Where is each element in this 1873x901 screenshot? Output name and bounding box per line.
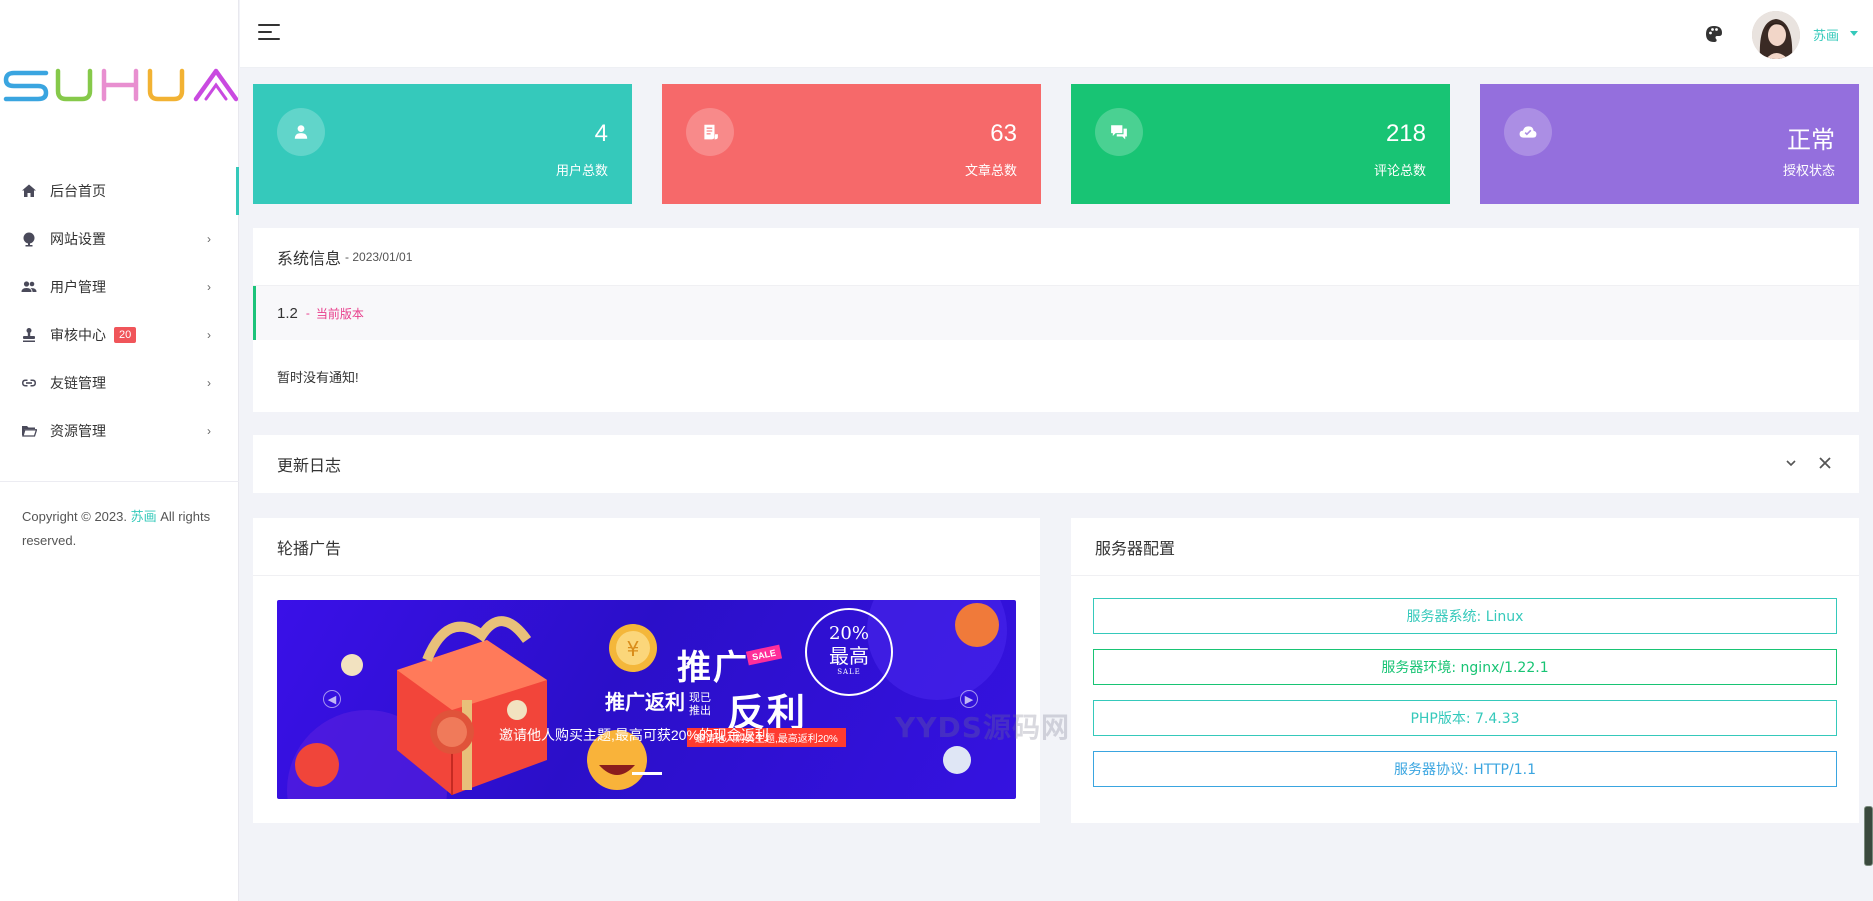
version-tag: 当前版本 bbox=[315, 306, 364, 321]
carousel-caption: 邀请他人购买主题,最高可获20%的现金返利 bbox=[499, 727, 769, 743]
php-version-button[interactable]: PHP版本: 7.4.33 bbox=[1093, 700, 1837, 736]
sidebar-item-site-settings[interactable]: 网站设置 › bbox=[0, 215, 239, 263]
system-info-title: 系统信息 bbox=[277, 250, 342, 268]
stat-value: 正常 bbox=[1787, 127, 1835, 154]
carousel-prev-icon[interactable]: ◀ bbox=[323, 690, 341, 708]
chevron-right-icon: › bbox=[207, 280, 211, 294]
sidebar-item-label: 用户管理 bbox=[50, 279, 106, 295]
link-icon bbox=[20, 374, 38, 392]
users-icon bbox=[20, 278, 38, 296]
scrollbar[interactable] bbox=[1864, 806, 1873, 866]
sidebar-item-resources[interactable]: 资源管理 › bbox=[0, 407, 239, 455]
copyright: Copyright © 2023. 苏画 All rights reserved… bbox=[22, 505, 212, 553]
stamp-percent: 20% bbox=[828, 623, 869, 644]
sidebar-item-review-center[interactable]: 审核中心 20 › bbox=[0, 311, 239, 359]
copyright-prefix: Copyright © 2023. bbox=[22, 509, 127, 524]
stat-label: 文章总数 bbox=[964, 163, 1017, 178]
stat-card-users: 4 用户总数 bbox=[253, 84, 632, 204]
stat-label: 用户总数 bbox=[555, 163, 608, 178]
stat-value: 63 bbox=[990, 120, 1017, 147]
article-icon bbox=[686, 108, 734, 156]
version-number: 1.2 bbox=[277, 304, 298, 322]
stamp-icon bbox=[20, 326, 38, 344]
palette-icon[interactable] bbox=[1704, 24, 1724, 44]
sidebar-item-user-management[interactable]: 用户管理 › bbox=[0, 263, 239, 311]
stat-card-articles: 63 文章总数 bbox=[662, 84, 1041, 204]
changelog-title: 更新日志 bbox=[277, 458, 342, 475]
sidebar-item-label: 网站设置 bbox=[50, 231, 106, 247]
top-header: 苏画 bbox=[240, 0, 1873, 68]
chevron-right-icon: › bbox=[207, 424, 211, 438]
folder-icon bbox=[20, 422, 38, 440]
stat-value: 4 bbox=[594, 120, 608, 147]
svg-text:¥: ¥ bbox=[627, 637, 640, 661]
discount-stamp: 20% 最高 SALE bbox=[805, 608, 893, 696]
watermark: YYDS源码网 bbox=[895, 711, 1070, 744]
carousel-indicator[interactable] bbox=[632, 772, 662, 775]
stat-card-comments: 218 评论总数 bbox=[1071, 84, 1450, 204]
banner-subtitle: 推广返利 bbox=[605, 692, 685, 714]
server-env-button[interactable]: 服务器环境: nginx/1.22.1 bbox=[1093, 649, 1837, 685]
sidebar-item-label: 友链管理 bbox=[50, 375, 106, 391]
chevron-right-icon: › bbox=[207, 376, 211, 390]
server-config-title: 服务器配置 bbox=[1095, 540, 1176, 558]
system-info-header: 系统信息 - 2023/01/01 bbox=[253, 228, 1859, 286]
menu-toggle-icon[interactable] bbox=[258, 24, 280, 44]
copyright-brand-link[interactable]: 苏画 bbox=[131, 509, 157, 524]
stat-label: 评论总数 bbox=[1373, 163, 1426, 178]
banner-subtitle-small: 现已 推出 bbox=[689, 692, 711, 718]
version-separator: - bbox=[305, 306, 310, 320]
user-icon bbox=[277, 108, 325, 156]
banner-subtitle-small-2: 推出 bbox=[689, 705, 711, 717]
avatar[interactable] bbox=[1752, 11, 1800, 59]
sidebar: 后台首页 网站设置 › 用户管理 › 审核中心 20 › 友链管理 › 资源管理… bbox=[0, 0, 239, 901]
sidebar-item-friend-links[interactable]: 友链管理 › bbox=[0, 359, 239, 407]
server-config-header: 服务器配置 bbox=[1071, 518, 1859, 576]
carousel-title: 轮播广告 bbox=[277, 540, 342, 558]
cloud-check-icon bbox=[1504, 108, 1552, 156]
chevron-right-icon: › bbox=[207, 232, 211, 246]
home-icon bbox=[20, 182, 38, 200]
logo[interactable] bbox=[0, 60, 239, 110]
suhua-logo bbox=[3, 68, 238, 102]
version-row: 1.2 - 当前版本 bbox=[253, 286, 1859, 340]
server-os-button[interactable]: 服务器系统: Linux bbox=[1093, 598, 1837, 634]
close-icon[interactable] bbox=[1817, 455, 1833, 471]
sidebar-menu: 后台首页 网站设置 › 用户管理 › 审核中心 20 › 友链管理 › 资源管理… bbox=[0, 167, 239, 455]
sidebar-divider bbox=[0, 481, 239, 482]
notice-text: 暂时没有通知! bbox=[277, 370, 359, 385]
chevron-down-icon[interactable] bbox=[1785, 457, 1797, 469]
stamp-main: 最高 bbox=[829, 644, 869, 668]
chevron-right-icon: › bbox=[207, 328, 211, 342]
stamp-sale: SALE bbox=[837, 668, 861, 676]
carousel-panel: 轮播广告 ¥ 20% 最高 SALE 推广 SALE 推广返利 现已 推出 反利… bbox=[253, 518, 1040, 823]
sidebar-item-label: 审核中心 bbox=[50, 327, 106, 343]
system-info-date: - 2023/01/01 bbox=[345, 249, 413, 264]
username-dropdown[interactable]: 苏画 bbox=[1813, 25, 1839, 44]
comment-icon bbox=[1095, 108, 1143, 156]
caret-down-icon[interactable] bbox=[1850, 31, 1858, 36]
sidebar-item-label: 资源管理 bbox=[50, 423, 106, 439]
changelog-header: 更新日志 bbox=[253, 435, 1859, 493]
stat-label: 授权状态 bbox=[1782, 163, 1835, 178]
carousel-banner[interactable]: ¥ 20% 最高 SALE 推广 SALE 推广返利 现已 推出 反利 邀请他人… bbox=[277, 600, 1016, 799]
changelog-panel: 更新日志 bbox=[253, 435, 1859, 493]
system-info-panel: 系统信息 - 2023/01/01 1.2 - 当前版本 暂时没有通知! bbox=[253, 228, 1859, 412]
server-protocol-button[interactable]: 服务器协议: HTTP/1.1 bbox=[1093, 751, 1837, 787]
stat-card-license: 正常 授权状态 bbox=[1480, 84, 1859, 204]
review-count-badge: 20 bbox=[114, 327, 137, 343]
server-config-panel: 服务器配置 服务器系统: Linux 服务器环境: nginx/1.22.1 P… bbox=[1071, 518, 1859, 823]
globe-icon bbox=[20, 230, 38, 248]
sidebar-item-label: 后台首页 bbox=[50, 183, 106, 199]
banner-subtitle-small-1: 现已 bbox=[689, 692, 711, 704]
carousel-header: 轮播广告 bbox=[253, 518, 1040, 576]
sidebar-item-dashboard[interactable]: 后台首页 bbox=[0, 167, 239, 215]
stat-value: 218 bbox=[1385, 120, 1426, 147]
